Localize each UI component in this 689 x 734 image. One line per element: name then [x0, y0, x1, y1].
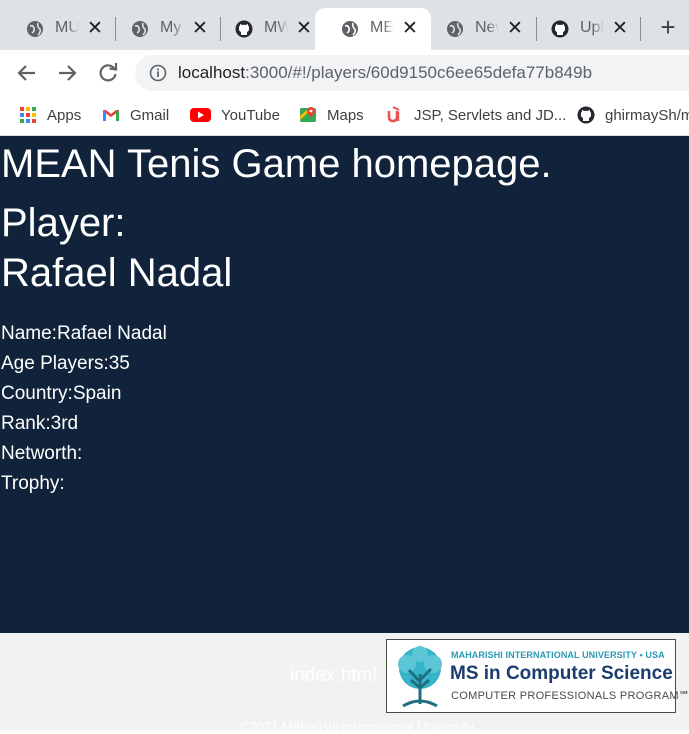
page-title: MEAN Tenis Game homepage.: [1, 142, 552, 186]
tab-title: MEAN: [370, 19, 394, 36]
info-icon[interactable]: [149, 64, 167, 82]
github-icon: [235, 20, 253, 38]
bookmark-label: Maps: [327, 106, 364, 124]
forward-arrow-icon[interactable]: [54, 60, 80, 86]
tab-title: MUM: [55, 19, 79, 36]
bookmark-github[interactable]: ghirmaySh/m: [577, 104, 689, 126]
maps-icon: [300, 107, 316, 122]
tab-6[interactable]: Upload ✕: [525, 8, 640, 50]
bookmark-udemy[interactable]: JSP, Servlets and JD...: [386, 104, 566, 126]
bookmark-label: JSP, Servlets and JD...: [414, 106, 567, 124]
footer-link[interactable]: index.html: [290, 665, 377, 687]
url-path: :3000/#!/players/60d9150c6ee65defa77b849…: [245, 63, 593, 82]
close-icon[interactable]: ✕: [505, 19, 525, 39]
tab-title: My: [160, 19, 182, 36]
back-arrow-icon[interactable]: [14, 60, 40, 86]
tab-5[interactable]: New ✕: [420, 8, 535, 50]
detail-value: Rafael Nadal: [56, 323, 167, 344]
globe-icon: [342, 21, 358, 37]
tab-separator: [640, 17, 641, 41]
detail-age: Age Players:35: [1, 349, 167, 379]
url-host: localhost: [178, 63, 246, 82]
gmail-icon: [103, 110, 119, 121]
detail-country: Country:Spain: [1, 379, 167, 409]
player-heading-name: Rafael Nadal: [1, 251, 233, 295]
browser-toolbar: localhost:3000/#!/players/60d9150c6ee65d…: [0, 50, 689, 96]
tab-title: MWA: [264, 19, 288, 36]
detail-networth: Networth:: [1, 439, 167, 469]
bookmark-label: Gmail: [130, 106, 170, 124]
player-details: Name:Rafael Nadal Age Players:35 Country…: [1, 319, 167, 499]
close-icon[interactable]: ✕: [85, 19, 105, 39]
github-icon: [551, 20, 569, 38]
detail-label: Country:: [1, 383, 73, 404]
banner-university: MAHARISHI INTERNATIONAL UNIVERSITY • USA: [451, 650, 665, 660]
page-footer: index.html ©2021 Maharishi International…: [0, 633, 689, 734]
tab-title: New: [475, 19, 499, 36]
close-icon[interactable]: ✕: [294, 19, 314, 39]
tab-3[interactable]: MWA ✕: [209, 8, 324, 50]
bookmark-label: YouTube: [221, 106, 280, 124]
address-bar[interactable]: localhost:3000/#!/players/60d9150c6ee65d…: [135, 55, 689, 91]
close-icon[interactable]: ✕: [400, 19, 420, 39]
mum-banner: MAHARISHI INTERNATIONAL UNIVERSITY • USA…: [386, 639, 689, 713]
detail-label: Trophy:: [1, 473, 65, 494]
detail-name: Name:Rafael Nadal: [1, 319, 167, 349]
banner-degree: MS in Computer Science: [450, 663, 673, 684]
tree-logo-icon: [398, 646, 442, 708]
bookmark-label: Apps: [47, 106, 82, 124]
apps-grid-icon: [20, 107, 36, 123]
close-icon[interactable]: ✕: [190, 19, 210, 39]
bookmark-apps[interactable]: Apps: [19, 104, 81, 126]
globe-icon: [27, 21, 43, 37]
tab-2[interactable]: My ✕: [105, 8, 220, 50]
bookmark-label: ghirmaySh/m: [605, 106, 689, 124]
bookmark-gmail[interactable]: Gmail: [102, 104, 169, 126]
detail-value: Spain: [72, 383, 122, 404]
detail-value: 3rd: [50, 413, 79, 434]
banner-program: COMPUTER PROFESSIONALS PROGRAM℠: [451, 690, 689, 702]
footer-note: ©2021 Maharishi International University: [240, 719, 475, 734]
tab-strip: MUM ✕ My ✕ MWA ✕ MEAN ✕ New ✕ U: [0, 0, 689, 50]
globe-icon: [447, 21, 463, 37]
page-content: MEAN Tenis Game homepage. Player: Rafael…: [0, 136, 689, 633]
globe-icon: [132, 21, 148, 37]
bookmark-youtube[interactable]: YouTube: [190, 104, 280, 126]
player-heading-label: Player:: [1, 201, 126, 245]
player-heading: Player: Rafael Nadal: [1, 198, 232, 298]
tab-4-active[interactable]: MEAN ✕: [315, 8, 431, 50]
detail-trophy: Trophy:: [1, 469, 167, 499]
youtube-icon: [190, 108, 211, 122]
detail-rank: Rank:3rd: [1, 409, 167, 439]
new-tab-button[interactable]: +: [656, 14, 680, 40]
detail-label: Name:: [1, 323, 57, 344]
detail-label: Networth:: [1, 443, 83, 464]
github-icon: [577, 106, 595, 124]
reload-icon[interactable]: [95, 60, 121, 86]
detail-label: Rank:: [1, 413, 51, 434]
tab-title: Upload: [580, 19, 604, 36]
detail-label: Age Players:: [1, 353, 109, 374]
bookmark-maps[interactable]: Maps: [299, 104, 364, 126]
bookmarks-bar: Apps Gmail YouTube Maps JSP, Servlets an…: [0, 96, 689, 136]
detail-value: 35: [108, 353, 130, 374]
url-text[interactable]: localhost:3000/#!/players/60d9150c6ee65d…: [178, 63, 592, 83]
close-icon[interactable]: ✕: [610, 19, 630, 39]
tab-1[interactable]: MUM ✕: [0, 8, 115, 50]
udemy-icon: [387, 106, 400, 123]
